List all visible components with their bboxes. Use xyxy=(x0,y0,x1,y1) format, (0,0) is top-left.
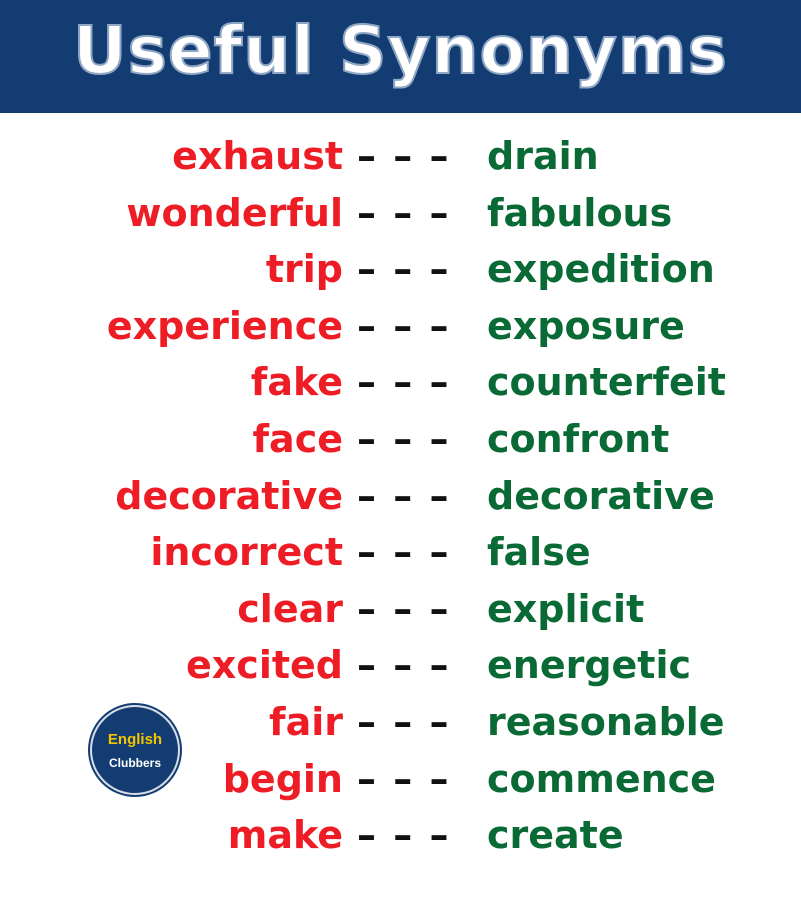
synonym: decorative xyxy=(487,473,715,518)
word: experience xyxy=(106,303,343,348)
dash-separator: – – – xyxy=(357,699,451,744)
synonym-row: trip – – – expedition xyxy=(0,241,801,298)
word: clear xyxy=(237,586,343,631)
dash-separator: – – – xyxy=(357,134,451,178)
synonym-row: make – – – create xyxy=(0,807,801,864)
synonym-row: exhaust – – – drain xyxy=(0,128,801,185)
word: wonderful xyxy=(126,190,343,235)
synonym-row: incorrect – – – false xyxy=(0,524,801,581)
synonym-row: experience – – – exposure xyxy=(0,298,801,355)
dash-separator: – – – xyxy=(357,473,451,518)
synonym-row: decorative – – – decorative xyxy=(0,468,801,525)
synonym-row: face – – – confront xyxy=(0,411,801,468)
dash-separator: – – – xyxy=(357,813,451,858)
synonym-row: wonderful – – – fabulous xyxy=(0,185,801,242)
synonym: drain xyxy=(487,134,599,178)
page-title: Useful Synonyms xyxy=(72,11,728,90)
word: fair xyxy=(269,699,343,744)
word: decorative xyxy=(115,473,343,518)
word: begin xyxy=(222,756,343,801)
dash-separator: – – – xyxy=(357,586,451,631)
word: make xyxy=(227,813,343,858)
synonym-row: clear – – – explicit xyxy=(0,581,801,638)
english-clubbers-logo: English Clubbers xyxy=(92,707,178,793)
synonym: confront xyxy=(487,416,670,461)
synonym: create xyxy=(487,813,624,858)
word: exhaust xyxy=(172,134,343,178)
word: face xyxy=(252,416,343,461)
logo-text-english: English xyxy=(107,731,163,748)
dash-separator: – – – xyxy=(357,416,451,461)
word: trip xyxy=(265,247,343,292)
synonym: counterfeit xyxy=(487,360,726,405)
dash-separator: – – – xyxy=(357,303,451,348)
synonym: explicit xyxy=(487,586,645,631)
synonym: expedition xyxy=(487,247,715,292)
dash-separator: – – – xyxy=(357,530,451,575)
synonym: exposure xyxy=(487,303,685,348)
synonym: fabulous xyxy=(487,190,673,235)
dash-separator: – – – xyxy=(357,643,451,688)
dash-separator: – – – xyxy=(357,756,451,801)
synonym: commence xyxy=(487,756,716,801)
logo-text-clubbers: Clubbers xyxy=(108,756,161,770)
synonym: false xyxy=(487,530,591,575)
synonym-row: excited – – – energetic xyxy=(0,637,801,694)
dash-separator: – – – xyxy=(357,360,451,405)
word: excited xyxy=(186,643,343,688)
dash-separator: – – – xyxy=(357,190,451,235)
word: fake xyxy=(250,360,343,405)
dash-separator: – – – xyxy=(357,247,451,292)
header-banner: Useful Synonyms xyxy=(0,0,801,113)
word: incorrect xyxy=(150,530,343,575)
synonym: energetic xyxy=(487,643,692,688)
synonym: reasonable xyxy=(487,699,725,744)
synonym-row: fake – – – counterfeit xyxy=(0,354,801,411)
